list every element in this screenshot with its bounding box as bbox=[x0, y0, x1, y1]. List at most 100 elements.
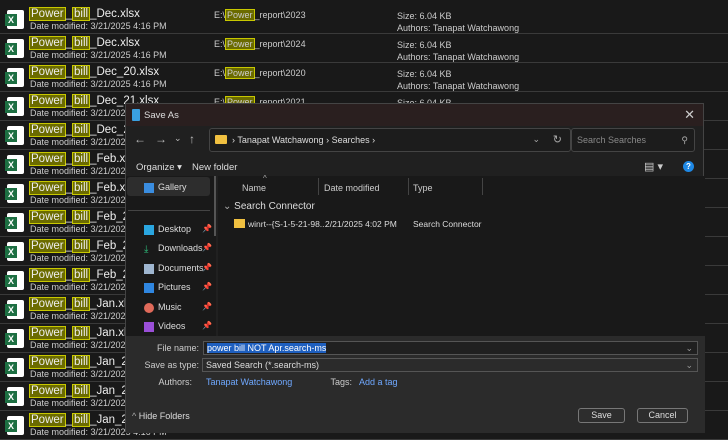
result-size: Size: 6.04 KB bbox=[397, 11, 452, 21]
pin-icon[interactable]: 📌 bbox=[202, 302, 212, 311]
organize-button[interactable]: Organize ▾ bbox=[136, 162, 182, 173]
app-icon bbox=[132, 109, 140, 121]
navigation-pane: Gallery Desktop 📌 ⤓ Downloads 📌 Documents 📌 … bbox=[126, 176, 216, 336]
excel-file-icon: X bbox=[5, 97, 24, 116]
cancel-button[interactable]: Cancel bbox=[637, 408, 688, 423]
excel-file-icon: X bbox=[5, 416, 24, 435]
excel-file-icon: X bbox=[5, 271, 24, 290]
pin-icon[interactable]: 📌 bbox=[202, 282, 212, 291]
nav-item-pictures[interactable]: Pictures bbox=[144, 282, 191, 293]
excel-file-icon: X bbox=[5, 387, 24, 406]
nav-item-downloads[interactable]: ⤓ Downloads bbox=[144, 243, 203, 255]
excel-file-icon: X bbox=[5, 126, 24, 145]
scrollbar[interactable] bbox=[214, 176, 216, 236]
authors-value[interactable]: Tanapat Watchawong bbox=[206, 377, 292, 387]
excel-file-icon: X bbox=[5, 242, 24, 261]
view-options-icon[interactable]: ▤ ▾ bbox=[644, 160, 663, 173]
add-tag-link[interactable]: Add a tag bbox=[359, 377, 398, 387]
result-file-name: Power _ bill _Jan.xlsx bbox=[29, 297, 139, 311]
result-path: E:\ Power _report\2020 bbox=[214, 67, 306, 79]
column-name[interactable]: Name bbox=[242, 183, 266, 193]
nav-item-music[interactable]: Music bbox=[144, 302, 182, 313]
result-file-name: Power _ bill _Feb.xlsx bbox=[29, 181, 140, 195]
result-row[interactable]: X Power _ bill _Dec.xlsx Date modified: 3/2… bbox=[0, 5, 728, 34]
pictures-icon bbox=[144, 282, 154, 293]
file-row[interactable]: winrt--{S-1-5-21-98... 2/21/2025 4:02 PM… bbox=[218, 216, 518, 232]
title-bar: Save As ✕ bbox=[126, 104, 703, 126]
dialog-title: Save As bbox=[144, 110, 179, 121]
result-path: E:\ Power _report\2023 bbox=[214, 9, 306, 21]
excel-file-icon: X bbox=[5, 184, 24, 203]
excel-file-icon: X bbox=[5, 213, 24, 232]
new-folder-button[interactable]: New folder bbox=[192, 162, 237, 173]
refresh-icon[interactable]: ↻ bbox=[553, 133, 562, 146]
hide-folders-button[interactable]: ^ Hide Folders bbox=[132, 411, 190, 421]
result-file-name: Power _ bill _Dec.xlsx bbox=[29, 7, 140, 21]
close-icon[interactable]: ✕ bbox=[684, 107, 695, 123]
sort-ascending-icon: ^ bbox=[263, 174, 267, 183]
column-type[interactable]: Type bbox=[413, 183, 433, 193]
save-as-dialog: Save As ✕ ← → ⌄ ↑ › Tanapat Watchawong ›… bbox=[125, 103, 705, 433]
result-authors: Authors: Tanapat Watchawong bbox=[397, 52, 520, 62]
excel-file-icon: X bbox=[5, 10, 24, 29]
result-row[interactable]: X Power _ bill _Dec_20.xlsx Date modified: … bbox=[0, 63, 728, 92]
back-icon[interactable]: ← bbox=[134, 132, 146, 146]
excel-file-icon: X bbox=[5, 155, 24, 174]
file-type: Search Connector bbox=[413, 219, 482, 229]
pin-icon[interactable]: 📌 bbox=[202, 321, 212, 330]
help-icon[interactable]: ? bbox=[683, 161, 694, 172]
pin-icon[interactable]: 📌 bbox=[202, 224, 212, 233]
result-file-name: Power _ bill _Dec_20.xlsx bbox=[29, 65, 160, 79]
music-icon bbox=[144, 302, 154, 313]
documents-icon bbox=[144, 263, 154, 274]
gallery-icon bbox=[144, 182, 154, 193]
result-file-name: Power _ bill _Dec.xlsx bbox=[29, 36, 140, 50]
tags-label: Tags: bbox=[330, 377, 352, 387]
search-input[interactable]: Search Searches ⚲ bbox=[571, 128, 695, 152]
result-authors: Authors: Tanapat Watchawong bbox=[397, 23, 520, 33]
recent-chevron-icon[interactable]: ⌄ bbox=[174, 133, 182, 144]
save-type-label: Save as type: bbox=[144, 360, 199, 370]
forward-icon[interactable]: → bbox=[155, 132, 167, 146]
excel-file-icon: X bbox=[5, 300, 24, 319]
chevron-up-icon: ^ bbox=[132, 411, 139, 421]
folder-icon bbox=[215, 135, 227, 144]
search-icon: ⚲ bbox=[681, 135, 688, 145]
save-button[interactable]: Save bbox=[578, 408, 625, 423]
result-date: Date modified: 3/21/2025 4:16 PM bbox=[30, 50, 167, 60]
nav-item-documents[interactable]: Documents bbox=[144, 263, 204, 274]
breadcrumb-searches[interactable]: Searches bbox=[332, 135, 370, 145]
excel-file-icon: X bbox=[5, 39, 24, 58]
up-icon[interactable]: ↑ bbox=[189, 132, 195, 146]
save-type-select[interactable]: Saved Search (*.search-ms) ⌄ bbox=[202, 358, 698, 372]
address-bar[interactable]: › Tanapat Watchawong › Searches › ⌄ ↻ bbox=[209, 128, 571, 152]
file-date: 2/21/2025 4:02 PM bbox=[325, 219, 397, 229]
column-date-modified[interactable]: Date modified bbox=[324, 183, 380, 193]
file-name: winrt--{S-1-5-21-98... bbox=[248, 219, 327, 229]
result-path: E:\ Power _report\2024 bbox=[214, 38, 306, 50]
result-date: Date modified: 3/21/2025 4:16 PM bbox=[30, 21, 167, 31]
nav-item-videos[interactable]: Videos bbox=[144, 321, 185, 332]
file-name-label: File name: bbox=[156, 343, 199, 353]
search-connector-icon bbox=[234, 219, 245, 228]
nav-item-desktop[interactable]: Desktop bbox=[144, 224, 191, 235]
excel-file-icon: X bbox=[5, 68, 24, 87]
group-header[interactable]: ⌄ Search Connector bbox=[223, 201, 315, 212]
result-size: Size: 6.04 KB bbox=[397, 69, 452, 79]
address-dropdown-icon[interactable]: ⌄ bbox=[532, 134, 540, 145]
file-list: Name ^ Date modified Type ⌄ Search Conne… bbox=[218, 174, 705, 336]
result-row[interactable]: X Power _ bill _Dec.xlsx Date modified: 3/2… bbox=[0, 34, 728, 63]
file-name-input[interactable]: power bill NOT Apr.search-ms ⌄ bbox=[203, 341, 698, 355]
pin-icon[interactable]: 📌 bbox=[202, 263, 212, 272]
result-file-name: Power _ bill _Jan.xlsx bbox=[29, 326, 139, 340]
breadcrumb-user[interactable]: Tanapat Watchawong bbox=[237, 135, 323, 145]
excel-file-icon: X bbox=[5, 329, 24, 348]
result-date: Date modified: 3/21/2025 4:16 PM bbox=[30, 79, 167, 89]
pin-icon[interactable]: 📌 bbox=[202, 243, 212, 252]
result-authors: Authors: Tanapat Watchawong bbox=[397, 81, 520, 91]
desktop-icon bbox=[144, 224, 154, 235]
authors-label: Authors: bbox=[158, 377, 192, 387]
nav-item-gallery[interactable]: Gallery bbox=[127, 177, 210, 196]
downloads-icon: ⤓ bbox=[144, 243, 149, 255]
save-options-panel: File name: power bill NOT Apr.search-ms ⌄… bbox=[126, 336, 705, 433]
